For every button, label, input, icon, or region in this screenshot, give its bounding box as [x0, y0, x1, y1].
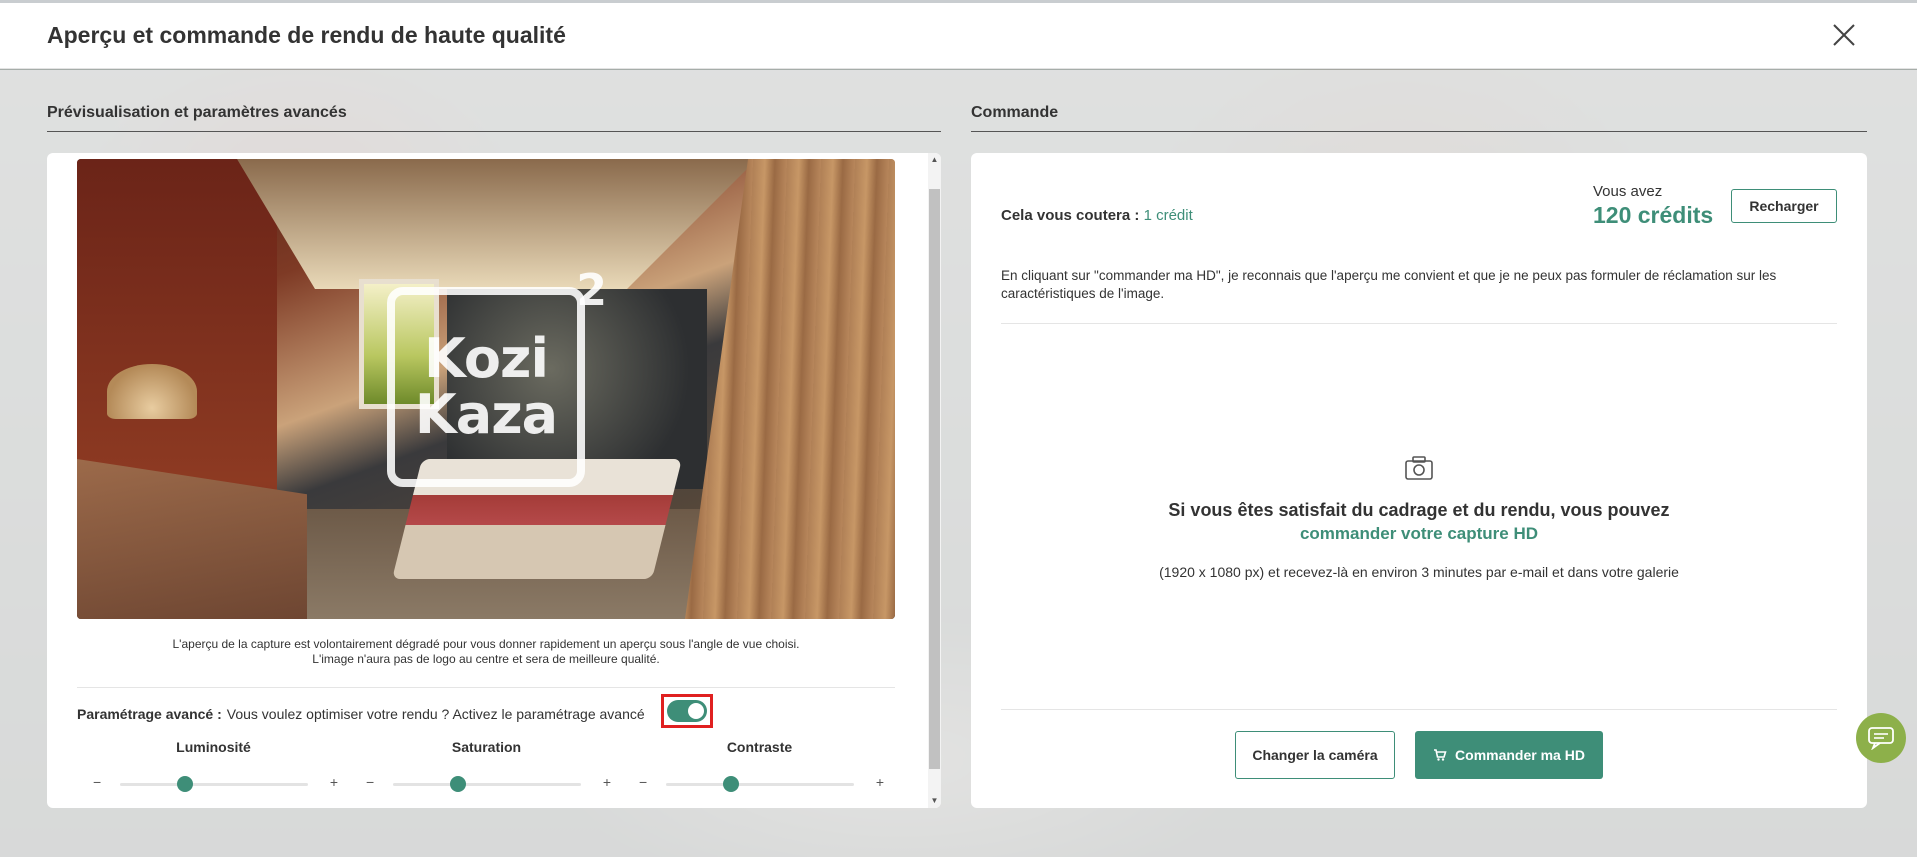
close-button[interactable]	[1831, 22, 1857, 48]
brightness-label: Luminosité	[176, 739, 251, 755]
contrast-thumb[interactable]	[723, 776, 739, 792]
close-icon	[1833, 24, 1855, 46]
cta-line: Si vous êtes satisfait du cadrage et du …	[1168, 500, 1670, 520]
contrast-label: Contraste	[726, 739, 793, 755]
saturation-decrease[interactable]: −	[366, 774, 374, 790]
advanced-settings-row: Paramétrage avancé : Vous voulez optimis…	[77, 699, 645, 729]
divider	[77, 687, 895, 688]
cart-icon	[1434, 749, 1447, 761]
brightness-thumb[interactable]	[177, 776, 193, 792]
order-section-rule	[971, 131, 1867, 132]
saturation-increase[interactable]: +	[603, 774, 611, 790]
divider	[1001, 323, 1837, 324]
cost-value: 1 crédit	[1143, 207, 1193, 224]
advanced-settings-label: Paramétrage avancé :	[77, 706, 222, 722]
order-section-title: Commande	[971, 104, 1059, 121]
render-preview-image: 2 Kozi Kaza	[77, 159, 895, 619]
toggle-knob	[688, 703, 704, 719]
contrast-slider-group: Contraste − +	[623, 739, 896, 792]
preview-note: L'aperçu de la capture est volontairemen…	[172, 637, 800, 666]
saturation-track[interactable]	[393, 783, 581, 786]
preview-scrollbar[interactable]: ▲ ▼	[928, 153, 941, 808]
watermark-logo: 2 Kozi Kaza	[387, 265, 607, 487]
saturation-slider-group: Saturation − +	[350, 739, 623, 792]
scroll-down-icon[interactable]: ▼	[928, 794, 941, 808]
cost-label: Cela vous coutera :	[1001, 207, 1140, 224]
recharge-button[interactable]: Recharger	[1731, 189, 1837, 223]
cta-message: Si vous êtes satisfait du cadrage et du …	[971, 499, 1867, 545]
credits-label: Vous avez	[1593, 183, 1663, 200]
preview-panel: 2 Kozi Kaza L'aperçu de la capture est v…	[47, 153, 941, 808]
advanced-toggle-highlight	[661, 694, 713, 728]
order-panel: Cela vous coutera : 1 crédit Vous avez 1…	[971, 153, 1867, 808]
divider	[1001, 709, 1837, 710]
advanced-settings-toggle[interactable]	[667, 700, 707, 722]
preview-section-rule	[47, 131, 941, 132]
scroll-up-icon[interactable]: ▲	[928, 153, 941, 167]
chat-button[interactable]	[1856, 713, 1906, 763]
change-camera-button[interactable]: Changer la caméra	[1235, 731, 1395, 779]
saturation-thumb[interactable]	[450, 776, 466, 792]
order-disclaimer: En cliquant sur "commander ma HD", je re…	[1001, 268, 1777, 301]
scrollbar-thumb[interactable]	[929, 189, 940, 769]
brightness-increase[interactable]: +	[330, 774, 338, 790]
cta-highlight: commander votre capture HD	[1299, 524, 1539, 543]
cost-line: Cela vous coutera : 1 crédit	[1001, 207, 1193, 224]
order-hd-button[interactable]: Commander ma HD	[1415, 731, 1603, 779]
chat-icon	[1868, 727, 1894, 750]
modal-title: Aperçu et commande de rendu de haute qua…	[47, 22, 566, 48]
contrast-increase[interactable]: +	[876, 774, 884, 790]
order-hd-label: Commander ma HD	[1455, 747, 1585, 763]
contrast-track[interactable]	[666, 783, 854, 786]
advanced-settings-text: Vous voulez optimiser votre rendu ? Acti…	[226, 706, 645, 722]
brightness-track[interactable]	[120, 783, 308, 786]
saturation-label: Saturation	[451, 739, 522, 755]
credits-value: 120 crédits	[1593, 202, 1714, 228]
modal-header: Aperçu et commande de rendu de haute qua…	[0, 3, 1917, 69]
brightness-slider-group: Luminosité − +	[77, 739, 350, 792]
brightness-decrease[interactable]: −	[93, 774, 101, 790]
camera-icon	[1405, 456, 1433, 480]
credits-balance: Vous avez 120 crédits	[1593, 183, 1713, 229]
contrast-decrease[interactable]: −	[639, 774, 647, 790]
preview-section-title: Prévisualisation et paramètres avancés	[47, 104, 347, 121]
cta-subtext: (1920 x 1080 px) et recevez-là en enviro…	[1159, 564, 1679, 580]
